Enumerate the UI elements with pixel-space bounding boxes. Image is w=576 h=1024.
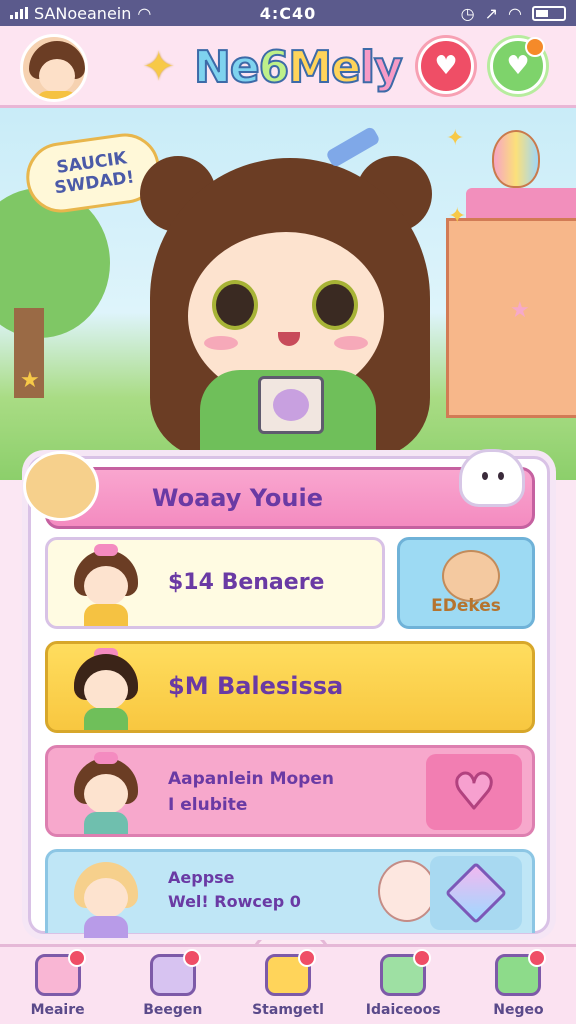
green-heart-icon: ♥	[506, 51, 530, 81]
photo-book-icon	[149, 949, 201, 996]
list-item-card-1[interactable]: $14 Benaere	[45, 537, 385, 629]
nav-item-meaire[interactable]: Meaire	[0, 947, 115, 1024]
app-header: ✦ Ne6Mely ♥ ♥	[0, 26, 576, 108]
carrier-name: SANoeanein	[34, 3, 132, 23]
cat-critter-icon	[442, 550, 500, 602]
location-icon: ↗	[484, 3, 499, 23]
side-card-label: EDekes	[431, 596, 501, 616]
sparkle-icon: ✦	[142, 44, 176, 90]
nav-item-beegen[interactable]: Beegen	[115, 947, 230, 1024]
heart-icon: ♥	[434, 51, 458, 81]
chibi-avatar	[70, 544, 142, 626]
chibi-avatar-right	[70, 648, 140, 730]
gem-button[interactable]	[430, 856, 522, 930]
chibi-avatar	[70, 856, 142, 938]
hero-illustration: ✦ ✦ ★ ★ SAUCIK SWDAD!	[0, 108, 576, 480]
nav-label: Negeo	[493, 1002, 544, 1018]
hot-air-balloon-icon	[492, 130, 540, 188]
favorites-button[interactable]: ♥	[490, 37, 546, 94]
home-store-icon	[265, 949, 316, 996]
hamster-mascot	[23, 451, 99, 521]
gem-icon	[444, 861, 508, 925]
girl-eye-left	[212, 280, 258, 330]
nav-item-idaiceoos[interactable]: Idaiceoos	[346, 947, 461, 1024]
bunny-icon	[378, 860, 436, 922]
heart-icon: ♥	[451, 763, 497, 822]
girl-eye-right	[312, 280, 358, 330]
chibi-avatar	[70, 752, 142, 834]
list-item-card-3[interactable]: Aapanlein Mopen I elubite ♥	[45, 745, 535, 837]
profile-avatar[interactable]	[20, 34, 88, 102]
alarm-icon: ◷	[460, 3, 475, 23]
nav-label: Meaire	[30, 1002, 85, 1018]
star-icon: ✦	[446, 126, 465, 151]
house-character-icon	[34, 949, 86, 996]
star-icon: ✦	[448, 204, 467, 229]
frog-face-icon	[495, 949, 547, 996]
side-card-critter[interactable]: EDekes	[397, 537, 535, 629]
nav-label: Stamgetl	[252, 1002, 324, 1018]
tablet-device	[258, 376, 324, 434]
status-bar: SANoeanein ◠ 4:C40 ◷ ↗ ◠	[0, 0, 576, 26]
tools-icon	[380, 949, 432, 996]
nav-label: Beegen	[143, 1002, 203, 1018]
signal-icon	[10, 7, 28, 19]
card-label: $M Balesissa	[168, 672, 344, 700]
notification-dot	[525, 37, 545, 57]
main-panel: Woaay Youie $14 Benaere EDekes $M Balesi…	[23, 449, 550, 938]
like-button[interactable]: ♥	[426, 754, 522, 830]
blush-right	[334, 336, 368, 350]
nav-item-negeo[interactable]: Negeo	[461, 947, 576, 1024]
ghost-mascot-icon	[459, 449, 525, 507]
nav-label: Idaiceoos	[365, 1002, 441, 1018]
app-logo: Ne6Mely	[193, 41, 404, 94]
panel-title: Woaay Youie	[152, 484, 324, 512]
star-icon: ★	[510, 298, 530, 323]
heart-button[interactable]: ♥	[418, 38, 474, 94]
card-label: $14 Benaere	[168, 570, 325, 595]
list-item-card-4[interactable]: Aeppse Wel! Rowcep 0	[45, 849, 535, 938]
card-label: Aapanlein Mopen I elubite	[168, 769, 334, 815]
bottom-nav: Meaire Beegen Stamgetl Idaiceoos Negeo	[0, 925, 576, 1024]
star-icon: ★	[20, 368, 40, 393]
list-item-card-2[interactable]: $M Balesissa	[45, 641, 535, 733]
blush-left	[204, 336, 238, 350]
nav-item-stamgetl[interactable]: Stamgetl	[230, 925, 345, 1024]
battery-icon	[532, 5, 566, 21]
wifi-icon: ◠	[137, 3, 152, 23]
status-time: 4:C40	[259, 3, 317, 23]
wifi-icon-right: ◠	[508, 3, 522, 23]
card-label: Aeppse Wel! Rowcep 0	[168, 868, 301, 911]
